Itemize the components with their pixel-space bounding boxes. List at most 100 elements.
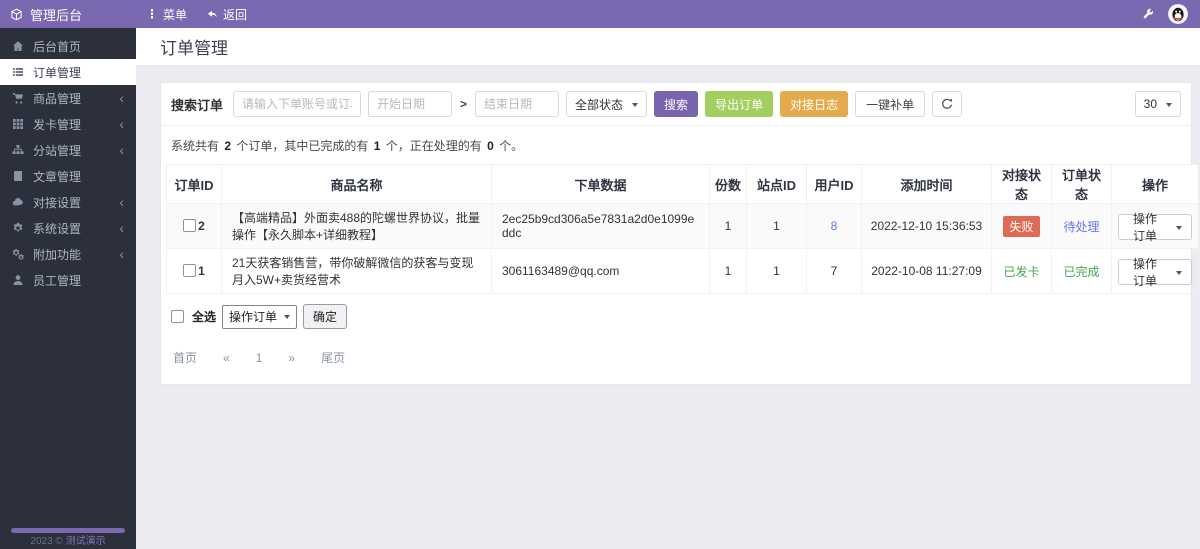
select-all-checkbox[interactable]	[171, 310, 184, 323]
sidebar-item-extras[interactable]: 附加功能 ‹	[0, 241, 136, 267]
back-label: 返回	[223, 6, 247, 23]
book-icon	[12, 170, 24, 182]
quantity-cell: 1	[710, 204, 747, 249]
cloud-icon	[12, 196, 24, 208]
order-status: 已完成	[1063, 265, 1099, 279]
page-first[interactable]: 首页	[173, 349, 197, 366]
page-next[interactable]: »	[288, 351, 295, 365]
column-header: 对接状态	[992, 165, 1052, 204]
top-header: 管理后台 ⋮ 菜单 返回	[0, 0, 1200, 28]
summary-text: 个订单，其中已完成的有	[233, 139, 372, 153]
copyright-year: 2023 ©	[30, 536, 62, 547]
page-size-select[interactable]: 30	[1135, 91, 1181, 117]
bulk-action-value: 操作订单	[229, 308, 277, 325]
user-id: 7	[831, 264, 838, 278]
start-date-input[interactable]	[368, 91, 452, 117]
refresh-icon	[941, 98, 953, 110]
order-action-select[interactable]: 操作订单	[1118, 259, 1192, 285]
sidebar-item-label: 附加功能	[33, 246, 81, 263]
dock-log-button[interactable]: 对接日志	[780, 91, 848, 117]
order-action-value: 操作订单	[1128, 255, 1162, 289]
sidebar-item-label: 分站管理	[33, 142, 81, 159]
page-last[interactable]: 尾页	[321, 349, 345, 366]
summary-count: 1	[374, 139, 381, 153]
orders-card: 搜索订单 > 全部状态 搜索 导出订单 对接日志 一键补单 30	[160, 82, 1192, 385]
column-header: 用户ID	[807, 165, 862, 204]
menu-toggle[interactable]: ⋮ 菜单	[146, 6, 187, 23]
grid-icon	[12, 118, 24, 130]
user-id[interactable]: 8	[831, 219, 838, 233]
column-header: 站点ID	[747, 165, 807, 204]
search-button[interactable]: 搜索	[654, 91, 698, 117]
sidebar-item-label: 商品管理	[33, 90, 81, 107]
confirm-button[interactable]: 确定	[303, 304, 347, 329]
sidebar-item-products[interactable]: 商品管理‹	[0, 85, 136, 111]
sidebar-item-staff[interactable]: 员工管理	[0, 267, 136, 293]
sidebar-item-label: 订单管理	[33, 64, 81, 81]
chevron-left-icon: ‹	[119, 195, 124, 209]
chevron-left-icon: ‹	[119, 117, 124, 131]
column-header: 添加时间	[862, 165, 992, 204]
row-checkbox[interactable]	[183, 264, 196, 277]
sidebar-item-substations[interactable]: 分站管理 ‹	[0, 137, 136, 163]
top-right-tools	[1142, 4, 1200, 24]
filter-toolbar: 搜索订单 > 全部状态 搜索 导出订单 对接日志 一键补单 30	[161, 83, 1191, 126]
sidebar-nav: 后台首页订单管理商品管理‹发卡管理‹分站管理‹文章管理对接设置‹系统设置‹附加功…	[0, 28, 136, 293]
chevron-down-icon	[1176, 271, 1182, 278]
summary-count: 2	[224, 139, 231, 153]
page-title: 订单管理	[136, 28, 1200, 66]
order-action-select[interactable]: 操作订单	[1118, 214, 1192, 240]
chevron-left-icon: ‹	[119, 247, 124, 261]
user-icon	[12, 274, 24, 286]
chevron-down-icon	[1176, 226, 1182, 233]
sidebar-item-articles[interactable]: 文章管理	[0, 163, 136, 189]
wrench-icon[interactable]	[1142, 8, 1154, 20]
sidebar-item-label: 文章管理	[33, 168, 81, 185]
sidebar-item-orders[interactable]: 订单管理	[0, 59, 136, 85]
table-row: 121天获客销售营，带你破解微信的获客与变现 月入5W+卖货经营术3061163…	[167, 249, 1199, 294]
gear-icon	[12, 222, 24, 234]
main-area: 订单管理 搜索订单 > 全部状态 搜索 导出订单 对接日志 一键补单 30	[136, 28, 1200, 549]
summary-count: 0	[487, 139, 494, 153]
created-at-cell: 2022-12-10 15:36:53	[862, 204, 992, 249]
chevron-left-icon: ‹	[119, 143, 124, 157]
user-avatar[interactable]	[1168, 4, 1188, 24]
order-search-input[interactable]	[233, 91, 361, 117]
page-size-value: 30	[1144, 97, 1157, 111]
sidebar-item-label: 员工管理	[33, 272, 81, 289]
list-icon	[12, 66, 24, 78]
summary-text: 个，正在处理的有	[382, 139, 485, 153]
brand[interactable]: 管理后台	[0, 5, 136, 24]
bulk-action-select[interactable]: 操作订单	[222, 305, 297, 329]
sidebar-item-cards[interactable]: 发卡管理 ‹	[0, 111, 136, 137]
sidebar-item-system[interactable]: 系统设置‹	[0, 215, 136, 241]
sitemap-icon	[12, 144, 24, 156]
status-select[interactable]: 全部状态	[566, 91, 647, 117]
sidebar-item-label: 发卡管理	[33, 116, 81, 133]
column-header: 订单ID	[167, 165, 222, 204]
top-links: ⋮ 菜单 返回	[136, 6, 247, 23]
brand-title: 管理后台	[30, 5, 82, 24]
page-current[interactable]: 1	[256, 351, 263, 365]
column-header: 订单状态	[1052, 165, 1112, 204]
refresh-button[interactable]	[932, 91, 962, 117]
created-at-cell: 2022-10-08 11:27:09	[862, 249, 992, 294]
resupply-button[interactable]: 一键补单	[855, 91, 925, 117]
page-prev[interactable]: «	[223, 351, 230, 365]
sidebar-item-home[interactable]: 后台首页	[0, 33, 136, 59]
sidebar: 后台首页订单管理商品管理‹发卡管理‹分站管理‹文章管理对接设置‹系统设置‹附加功…	[0, 28, 136, 549]
menu-dots-icon: ⋮	[146, 7, 158, 21]
sidebar-item-label: 后台首页	[33, 38, 81, 55]
bulk-actions: 全选 操作订单 确定	[161, 294, 1191, 337]
export-orders-button[interactable]: 导出订单	[705, 91, 773, 117]
sidebar-item-docking[interactable]: 对接设置‹	[0, 189, 136, 215]
column-header: 份数	[710, 165, 747, 204]
back-button[interactable]: 返回	[207, 6, 247, 23]
end-date-input[interactable]	[475, 91, 559, 117]
column-header: 操作	[1112, 165, 1199, 204]
orders-table-wrap: 订单ID商品名称下单数据份数站点ID用户ID添加时间对接状态订单状态操作 2【高…	[161, 158, 1191, 294]
row-checkbox[interactable]	[183, 219, 196, 232]
search-orders-label: 搜索订单	[171, 95, 223, 114]
order-id: 1	[198, 264, 205, 278]
table-header-row: 订单ID商品名称下单数据份数站点ID用户ID添加时间对接状态订单状态操作	[167, 165, 1199, 204]
